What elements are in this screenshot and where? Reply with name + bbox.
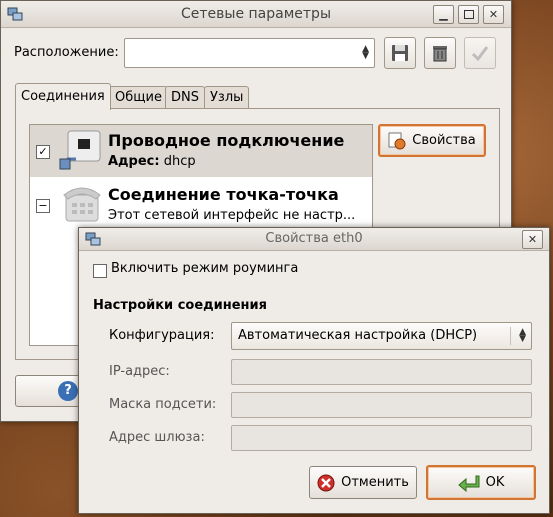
ok-button[interactable]: OK — [426, 465, 536, 500]
enable-checkbox-ppp[interactable]: − — [36, 199, 50, 213]
location-label: Расположение: — [14, 45, 119, 60]
maximize-icon — [463, 10, 474, 19]
help-icon: ? — [58, 381, 78, 401]
floppy-disk-icon — [392, 45, 408, 61]
cancel-icon — [317, 474, 335, 491]
roaming-checkbox[interactable] — [93, 264, 107, 278]
delete-location-button[interactable] — [424, 37, 456, 69]
ip-label: IP-адрес: — [109, 364, 170, 379]
tab-dns[interactable]: DNS — [165, 86, 205, 109]
checkmark-icon — [471, 46, 489, 62]
help-button[interactable]: ? — [15, 375, 85, 407]
save-location-button[interactable] — [384, 37, 416, 69]
tab-general[interactable]: Общие — [109, 86, 168, 109]
telephone-icon — [63, 187, 101, 222]
config-combo[interactable]: Автоматическая настройка (DHCP) ▲ ▼ — [231, 322, 532, 350]
close-icon: ✕ — [527, 233, 538, 246]
dialog-close-button[interactable]: ✕ — [522, 230, 543, 249]
dialog-title: Свойства eth0 — [265, 231, 363, 246]
close-icon: ✕ — [488, 8, 499, 21]
gateway-field — [231, 425, 532, 451]
ip-field — [231, 359, 532, 385]
updown-arrow-icon: ▲ ▼ — [519, 327, 526, 344]
cancel-button[interactable]: Отменить — [309, 466, 417, 499]
connection-title-ppp: Соединение точка-точка — [108, 185, 339, 204]
trash-icon — [433, 46, 447, 62]
minimize-button[interactable]: ▁ — [433, 5, 454, 24]
properties-dialog: Свойства eth0 ✕ Включить режим роуминга … — [78, 227, 550, 514]
tab-connections[interactable]: Соединения — [15, 83, 111, 110]
properties-icon — [388, 132, 406, 149]
address-value: dhcp — [163, 154, 196, 169]
connection-row-ppp[interactable]: − Соединение точка-точка Этот сетевой ин… — [30, 179, 372, 231]
combo-separator — [510, 327, 511, 345]
tab-hosts[interactable]: Узлы — [204, 86, 250, 109]
location-combo[interactable]: ▲ ▼ — [124, 38, 375, 68]
config-value: Автоматическая настройка (DHCP) — [238, 328, 478, 343]
mask-label: Маска подсети: — [109, 397, 217, 412]
properties-button[interactable]: Свойства — [378, 124, 486, 157]
roaming-label[interactable]: Включить режим роуминга — [111, 261, 298, 276]
connection-detail-wired: Адрес: dhcp — [108, 154, 196, 169]
connection-detail-ppp: Этот сетевой интерфейс не настр... — [108, 208, 356, 223]
apply-location-button[interactable] — [464, 37, 496, 69]
gateway-label: Адрес шлюза: — [109, 430, 205, 445]
enable-checkbox-wired[interactable]: ✓ — [36, 145, 50, 159]
main-titlebar[interactable]: Сетевые параметры ▁ ✕ — [1, 1, 511, 28]
wired-network-icon — [59, 130, 101, 170]
cancel-button-label: Отменить — [341, 475, 409, 490]
maximize-button[interactable] — [458, 5, 479, 24]
minimize-icon: ▁ — [439, 8, 448, 21]
config-label: Конфигурация: — [109, 328, 215, 343]
connection-title-wired: Проводное подключение — [108, 131, 345, 150]
dialog-titlebar[interactable]: Свойства eth0 ✕ — [79, 228, 549, 251]
close-button[interactable]: ✕ — [483, 5, 504, 24]
address-key: Адрес: — [108, 154, 160, 169]
ok-button-label: OK — [485, 475, 505, 490]
mask-field — [231, 392, 532, 418]
updown-arrow-icon: ▲ ▼ — [362, 44, 369, 61]
properties-button-label: Свойства — [412, 133, 476, 148]
enter-arrow-icon — [457, 475, 480, 492]
section-title: Настройки соединения — [93, 298, 267, 313]
connection-row-wired[interactable]: ✓ Проводное подключение Адрес: dhcp — [30, 125, 372, 177]
